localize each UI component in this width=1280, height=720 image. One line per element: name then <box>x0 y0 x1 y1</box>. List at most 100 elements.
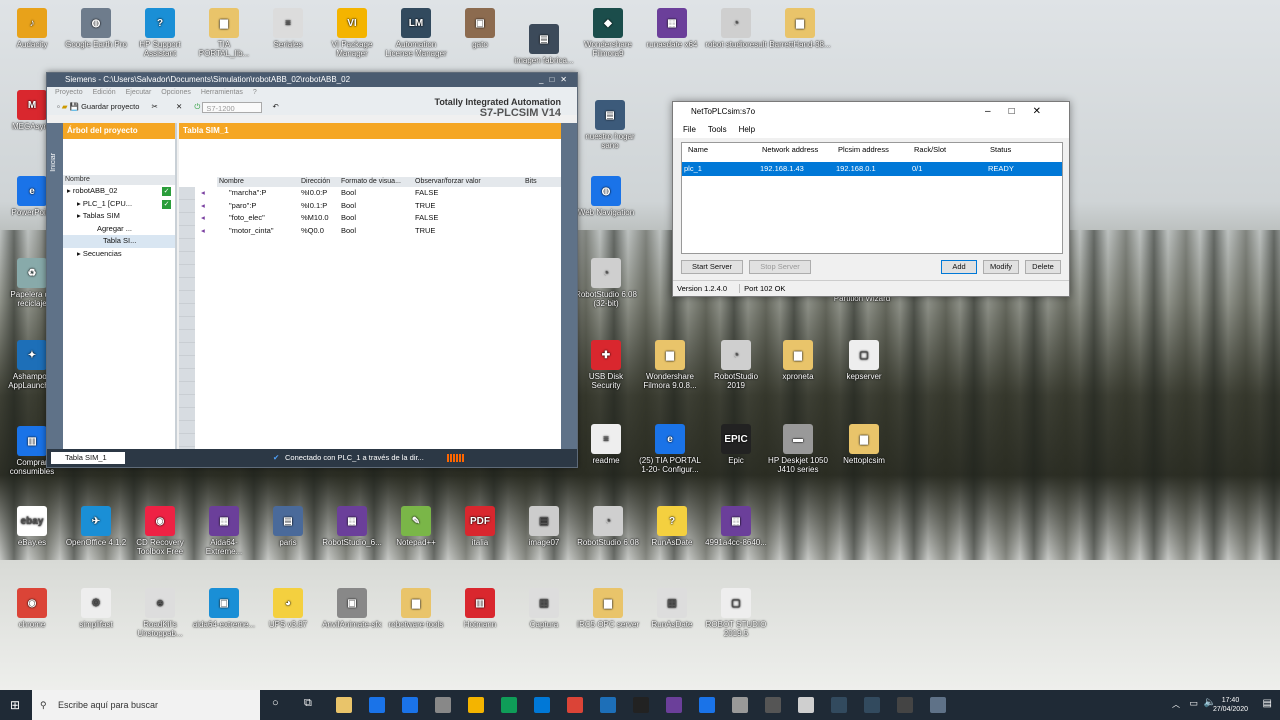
cut-icon[interactable]: ✂ <box>152 102 158 111</box>
desktop-icon[interactable]: ◔ RobotStudio 6.08 <box>576 506 640 547</box>
desktop-icon[interactable]: ≡ readme <box>574 424 638 465</box>
desktop-icon[interactable]: ✎ Notepad++ <box>384 506 448 547</box>
taskbar-app-icon[interactable] <box>534 697 550 713</box>
taskbar-app-icon[interactable] <box>567 697 583 713</box>
desktop-icon[interactable]: ▆ robotware tools <box>384 588 448 629</box>
taskbar-app-icon[interactable] <box>732 697 748 713</box>
desktop-icon[interactable]: ▤ imagen fabrica... <box>512 24 576 65</box>
delete-button[interactable]: Delete <box>1025 260 1061 274</box>
desktop-icon[interactable]: ▣ aida64-extreme... <box>192 588 256 629</box>
add-button[interactable]: Add <box>941 260 977 274</box>
table-row[interactable]: ◂ "marcha":P %I0.0:P Bool FALSE <box>201 187 563 200</box>
desktop-icon[interactable]: ▦ Captura <box>512 588 576 629</box>
desktop-icon[interactable]: ▤ paris <box>256 506 320 547</box>
desktop-icon[interactable]: ? RunAsDate <box>640 506 704 547</box>
taskbar-app-icon[interactable] <box>600 697 616 713</box>
desktop-icon[interactable]: ≡ Seriales <box>256 8 320 49</box>
taskbar-app-icon[interactable] <box>699 697 715 713</box>
notifications-icon[interactable]: ▤ <box>1263 698 1272 709</box>
menu-item[interactable]: Opciones <box>161 89 191 96</box>
tree-item[interactable]: ▸ Secuencias <box>63 248 175 261</box>
menu-item[interactable]: Ejecutar <box>126 89 152 96</box>
menu-item[interactable]: Herramientas <box>201 89 243 96</box>
delete-icon[interactable]: ✕ <box>176 102 182 111</box>
taskbar-app-icon[interactable] <box>765 697 781 713</box>
desktop-icon[interactable]: ☻ RoadKil's Unstoppab... <box>128 588 192 638</box>
table-row[interactable]: ◂ "motor_cinta" %Q0.0 Bool TRUE <box>201 224 563 238</box>
modify-button[interactable]: Modify <box>983 260 1019 274</box>
desktop-icon[interactable]: ▦ Aida64-Extreme... <box>192 506 256 556</box>
desktop-icon[interactable]: ▦ RunAsDate <box>640 588 704 629</box>
start-server-button[interactable]: Start Server <box>681 260 743 274</box>
desktop-icon[interactable]: ▦ RobotStudio_6... <box>320 506 384 547</box>
desktop-icon[interactable]: ✚ USB Disk Security <box>574 340 638 390</box>
taskbar-app-icon[interactable] <box>864 697 880 713</box>
window-controls[interactable]: _□✕ <box>539 73 573 87</box>
desktop-icon[interactable]: PDF italia <box>448 506 512 547</box>
stop-server-button[interactable]: Stop Server <box>749 260 811 274</box>
desktop-icon[interactable]: ? HP Support Assistant <box>128 8 192 58</box>
server-list[interactable]: Name Network address Plcsim address Rack… <box>681 142 1063 254</box>
task-view-icon[interactable]: ⧉ <box>304 697 312 710</box>
cell-value[interactable]: FALSE <box>415 212 438 225</box>
plcsim-titlebar[interactable]: Siemens - C:\Users\Salvador\Documents\Si… <box>47 73 577 87</box>
ntp-menu-item[interactable]: File <box>683 125 696 134</box>
desktop-icon[interactable]: ◕ UPS v3.87 <box>256 588 320 629</box>
desktop-icon[interactable]: EPIC Epic <box>704 424 768 465</box>
desktop-icon[interactable]: VI VI Package Manager <box>320 8 384 58</box>
taskbar-app-icon[interactable] <box>336 697 352 713</box>
ntp-titlebar[interactable]: NetToPLCsim:s7o –□✕ <box>673 102 1069 122</box>
tree-item[interactable]: Tabla SI... <box>63 235 175 248</box>
desktop-icon[interactable]: ✈ OpenOffice 4.1.2 <box>64 506 128 547</box>
tree-item[interactable]: ▸ PLC_1 [CPU... ✓ <box>63 198 175 211</box>
plcsim-window[interactable]: Siemens - C:\Users\Salvador\Documents\Si… <box>46 72 578 468</box>
menu-item[interactable]: Proyecto <box>55 89 83 96</box>
ntp-window-controls[interactable]: –□✕ <box>985 102 1059 122</box>
desktop-icon[interactable]: ebay eBay.es <box>0 506 64 547</box>
desktop-icon[interactable]: ▦ runasdate x64 <box>640 8 704 49</box>
desktop-icon[interactable]: ▤ nuestro hogar sano <box>578 100 642 150</box>
desktop-icon[interactable]: ▤ image07 <box>512 506 576 547</box>
tray-chevron-icon[interactable]: ︿ <box>1172 699 1180 710</box>
table-row[interactable]: ◂ "paro":P %I0.1:P Bool TRUE <box>201 199 563 213</box>
desktop-icon[interactable]: ◍ Web Navigation <box>574 176 638 217</box>
desktop-icon[interactable]: ▆ Nettoplcsim <box>832 424 896 465</box>
menu-item[interactable]: Edición <box>93 89 116 96</box>
tree-item[interactable]: Agregar ... <box>63 223 175 236</box>
taskbar-app-icon[interactable] <box>831 697 847 713</box>
editor-tab[interactable]: Tabla SIM_1 <box>51 452 125 464</box>
menu-item[interactable]: ? <box>253 89 257 96</box>
cpu-select[interactable]: S7-1200 <box>202 101 263 113</box>
desktop-icon[interactable]: ▥ Hotmann <box>448 588 512 629</box>
taskbar-app-icon[interactable] <box>402 697 418 713</box>
taskbar-app-icon[interactable] <box>897 697 913 713</box>
power-icon[interactable]: ⏻ <box>194 102 200 111</box>
ntp-menu-item[interactable]: Tools <box>708 125 727 134</box>
desktop-icon[interactable]: ▢ kepserver <box>832 340 896 381</box>
clock[interactable]: 17:40 27/04/2020 <box>1213 696 1248 714</box>
start-strip[interactable]: Iniciar <box>47 123 63 453</box>
taskbar-app-icon[interactable] <box>468 697 484 713</box>
desktop-icon[interactable]: ▣ gato <box>448 8 512 49</box>
cell-value[interactable]: FALSE <box>415 187 438 200</box>
desktop-icon[interactable]: ◔ RobotStudio 2019 <box>704 340 768 390</box>
ntp-menu-item[interactable]: Help <box>739 125 755 134</box>
desktop-icon[interactable]: ▆ Wondershare Filmora 9.0.8... <box>638 340 702 390</box>
desktop-icon[interactable]: ▬ HP Deskjet 1050 J410 series <box>766 424 830 474</box>
right-strip[interactable] <box>561 123 577 453</box>
new-icon[interactable]: ▫ <box>57 102 60 111</box>
desktop-icon[interactable]: e (25) TIA PORTAL 1-20- Configur... <box>638 424 702 474</box>
desktop-icon[interactable]: ◔ robot studioresult <box>704 8 768 49</box>
taskbar-app-icon[interactable] <box>633 697 649 713</box>
desktop-icon[interactable]: ♪ Audacity <box>0 8 64 49</box>
desktop-icon[interactable]: ▆ IRC5 OPC server <box>576 588 640 629</box>
taskbar-app-icon[interactable] <box>798 697 814 713</box>
table-row[interactable]: ◂ "foto_elec" %M10.0 Bool FALSE <box>201 212 563 225</box>
tree-item[interactable]: ▸ Tablas SIM <box>63 210 175 223</box>
desktop-icon[interactable]: ◍ Google Earth Pro <box>64 8 128 49</box>
taskbar-app-icon[interactable] <box>501 697 517 713</box>
desktop-icon[interactable]: ◉ CD Recovery Toolbox Free <box>128 506 192 556</box>
taskbar-app-icon[interactable] <box>930 697 946 713</box>
save-button[interactable]: 💾 Guardar proyecto <box>70 102 140 111</box>
taskbar-app-icon[interactable] <box>369 697 385 713</box>
